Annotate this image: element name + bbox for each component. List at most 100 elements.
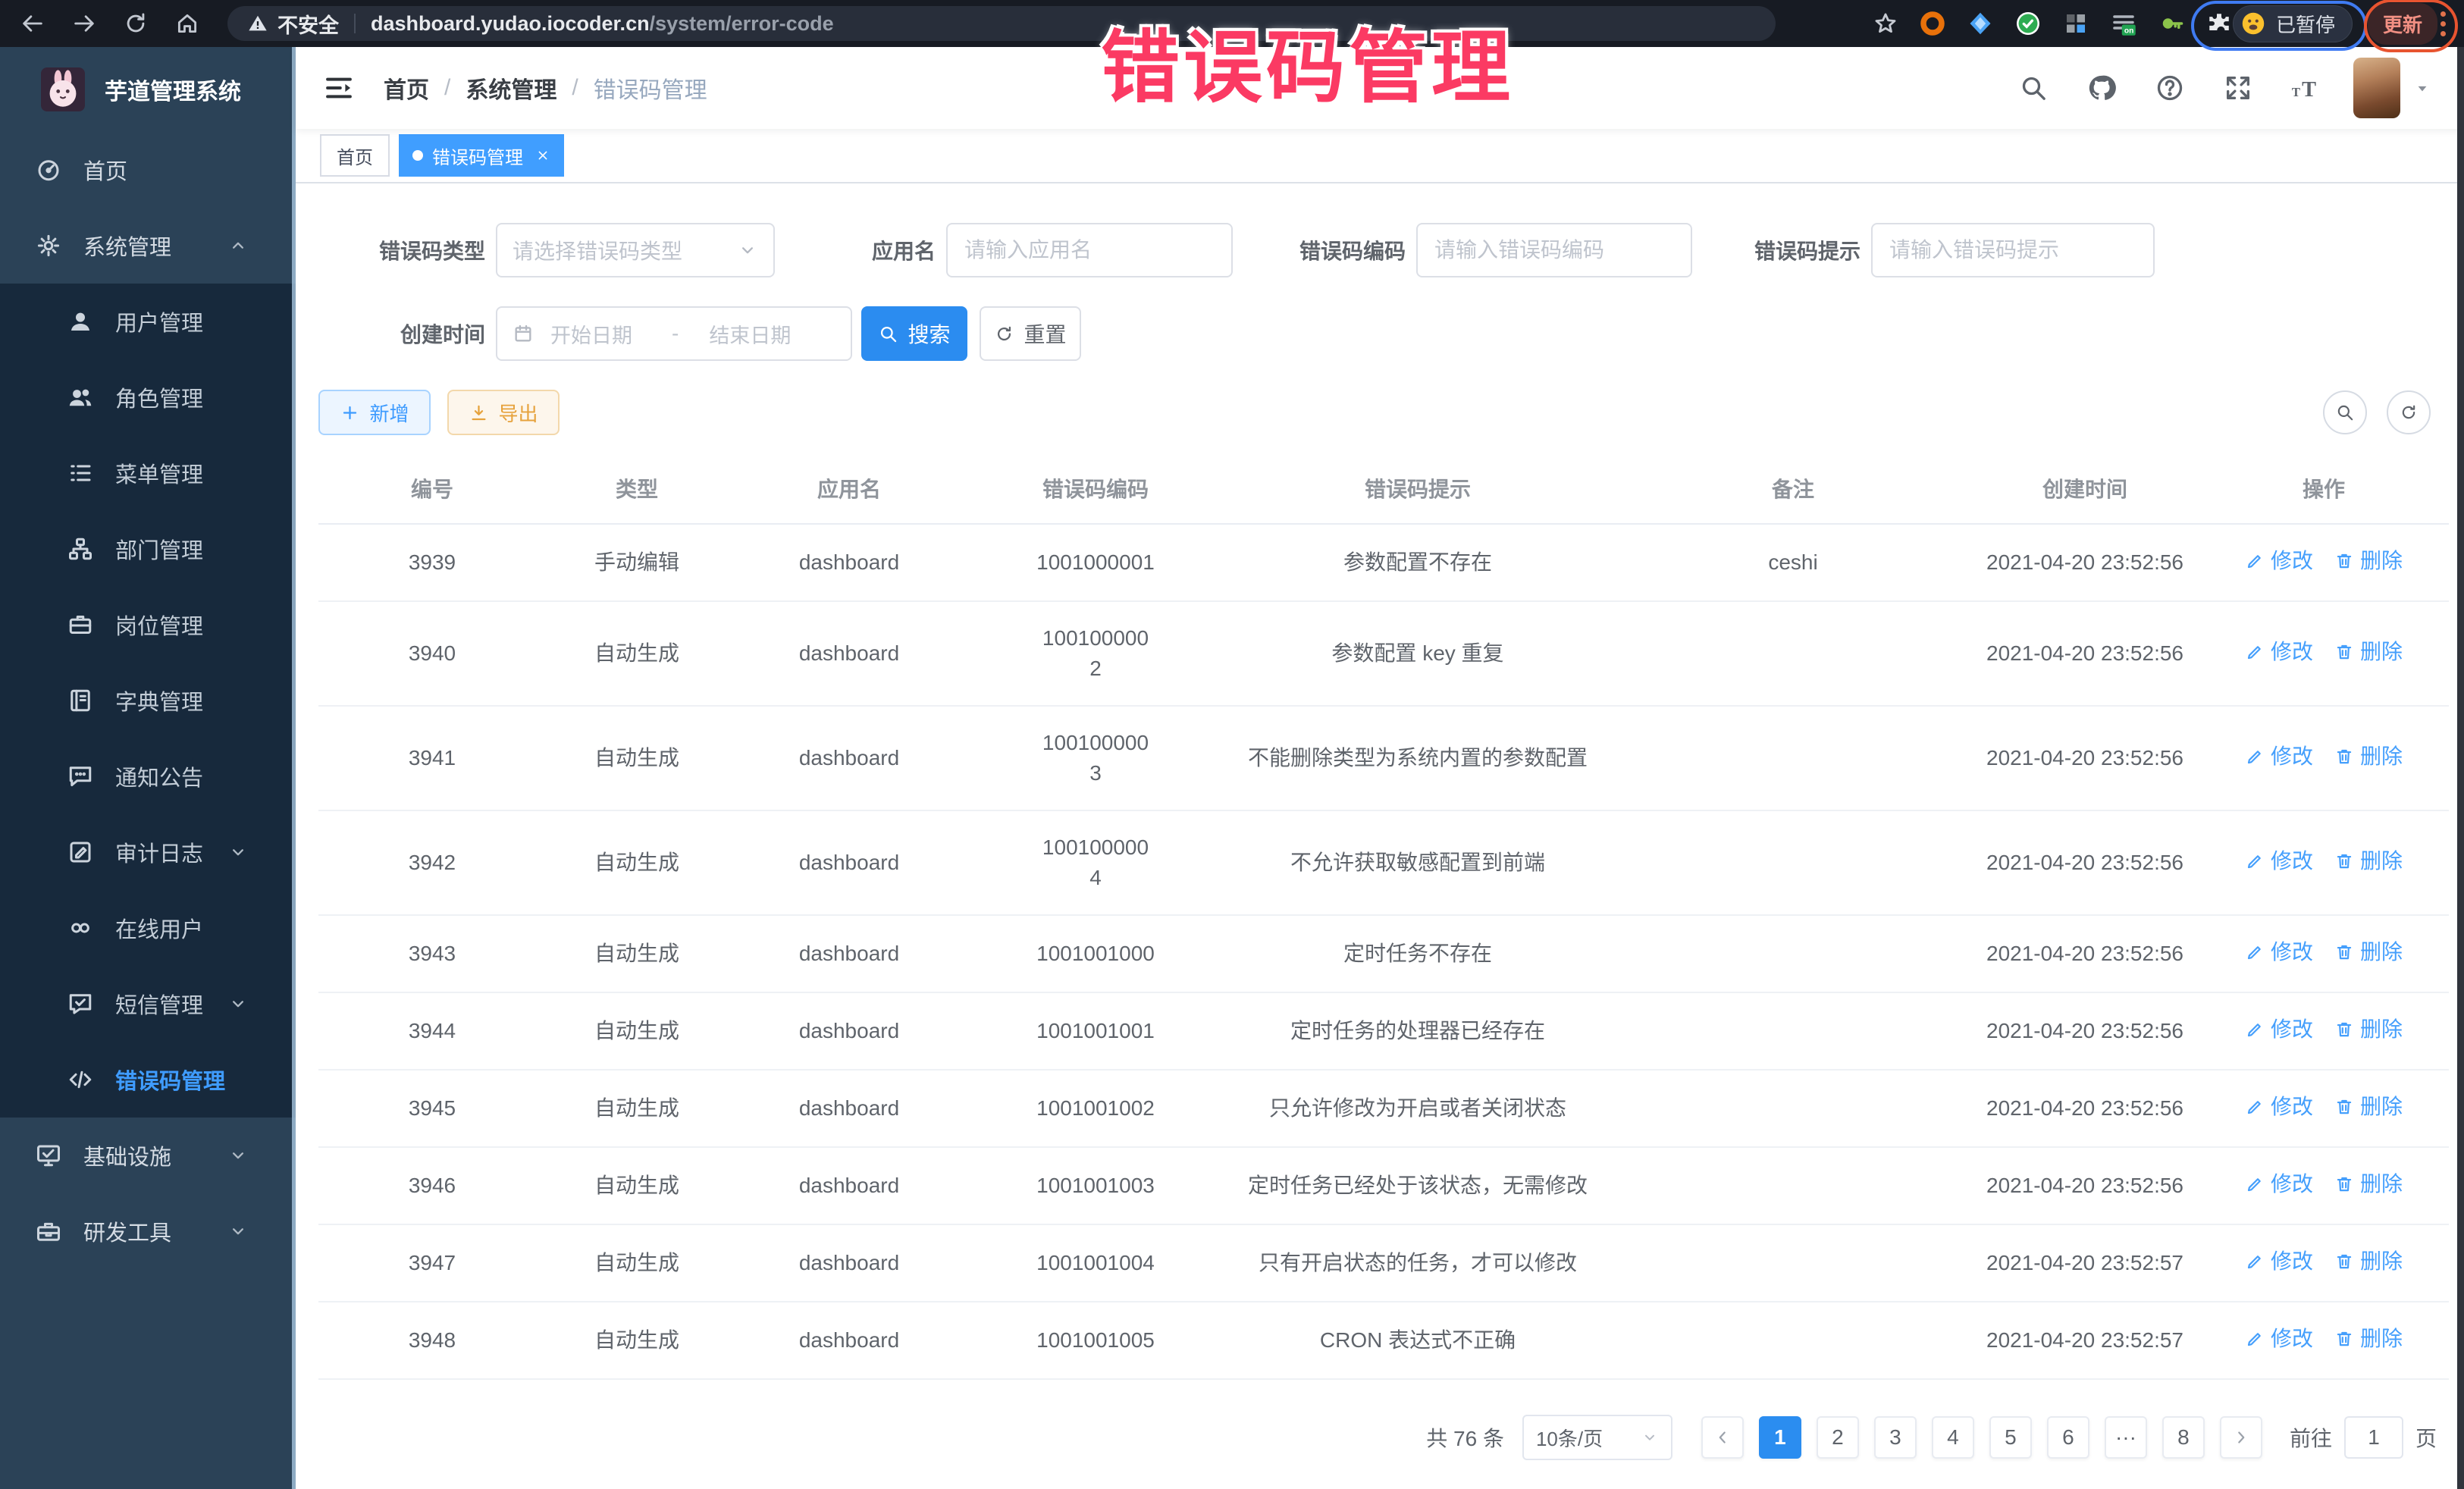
cell-code: 1001001005 (970, 1302, 1221, 1379)
cell-remark (1615, 915, 1971, 992)
edit-link[interactable]: 修改 (2245, 846, 2313, 876)
profile-paused-badge[interactable]: 已暂停 (2233, 5, 2353, 42)
sidebar-item-label: 通知公告 (115, 760, 203, 792)
fullscreen-icon[interactable] (2223, 73, 2253, 103)
tag-close-icon[interactable] (535, 148, 550, 163)
table-row: 3944自动生成dashboard1001001001定时任务的处理器已经存在2… (318, 992, 2449, 1070)
error-hint-input[interactable] (1871, 223, 2155, 277)
extensions-puzzle-icon[interactable] (2205, 10, 2233, 37)
sidebar-item-post-management[interactable]: 岗位管理 (0, 587, 296, 663)
address-bar[interactable]: 不安全 dashboard.yudao.iocoder.cn/system/er… (227, 6, 1776, 41)
delete-link[interactable]: 删除 (2334, 1246, 2403, 1277)
avatar-caret-down-icon[interactable] (2412, 78, 2432, 98)
sidebar-item-dict-management[interactable]: 字典管理 (0, 663, 296, 738)
page-button-6[interactable]: 6 (2047, 1416, 2089, 1459)
sidebar-item-dept-management[interactable]: 部门管理 (0, 511, 296, 587)
export-button[interactable]: 导出 (447, 390, 560, 435)
window-scrollbar[interactable] (2457, 47, 2464, 1489)
cell-id: 3939 (318, 524, 546, 601)
breadcrumb-item[interactable]: 首页 (384, 71, 429, 105)
page-ellipsis[interactable]: ··· (2105, 1416, 2147, 1459)
delete-link[interactable]: 删除 (2334, 1014, 2403, 1045)
tag-active[interactable]: 错误码管理 (399, 134, 564, 177)
browser-menu-icon[interactable] (2440, 11, 2446, 36)
search-icon[interactable] (2018, 73, 2049, 103)
next-page-button[interactable] (2220, 1416, 2262, 1459)
delete-link[interactable]: 删除 (2334, 637, 2403, 667)
sidebar-item-menu-management[interactable]: 菜单管理 (0, 435, 296, 511)
star-icon[interactable] (1873, 11, 1898, 36)
page-size-select[interactable]: 10条/页 (1522, 1415, 1672, 1460)
hamburger-icon[interactable] (323, 72, 355, 104)
edit-link[interactable]: 修改 (2245, 1324, 2313, 1354)
browser-update-button[interactable]: 更新 (2368, 3, 2437, 45)
app-name-input[interactable] (946, 223, 1233, 277)
reload-icon[interactable] (123, 11, 149, 36)
forward-arrow-icon[interactable] (71, 11, 97, 36)
ext-gem-icon[interactable] (1967, 10, 1994, 37)
sidebar-item-notice-announcement[interactable]: 通知公告 (0, 738, 296, 814)
edit-link[interactable]: 修改 (2245, 937, 2313, 967)
page-button-4[interactable]: 4 (1932, 1416, 1974, 1459)
delete-link[interactable]: 删除 (2334, 1092, 2403, 1122)
sidebar-item-sms-management[interactable]: 短信管理 (0, 966, 296, 1042)
sidebar-item-infrastructure[interactable]: 基础设施 (0, 1118, 296, 1193)
jump-page-input[interactable] (2344, 1416, 2403, 1459)
sidebar-item-user-management[interactable]: 用户管理 (0, 284, 296, 359)
ext-shield-check-icon[interactable] (2014, 10, 2042, 37)
sidebar-item-error-code-management[interactable]: 错误码管理 (0, 1042, 296, 1118)
sidebar-item-online-users[interactable]: 在线用户 (0, 890, 296, 966)
edit-link[interactable]: 修改 (2245, 1092, 2313, 1122)
tag-item[interactable]: 首页 (320, 134, 390, 177)
error-type-select[interactable]: 请选择错误码类型 (496, 223, 775, 277)
delete-link[interactable]: 删除 (2334, 937, 2403, 967)
ext-grid-icon[interactable] (2062, 10, 2089, 37)
sidebar-item-dev-tools[interactable]: 研发工具 (0, 1193, 296, 1269)
github-icon[interactable] (2086, 73, 2117, 103)
edit-link[interactable]: 修改 (2245, 1014, 2313, 1045)
cell-time: 2021-04-20 23:52:56 (1971, 601, 2199, 706)
ext-switch-on-icon[interactable]: on (2110, 10, 2137, 37)
add-button[interactable]: 新增 (318, 390, 431, 435)
cell-id: 3940 (318, 601, 546, 706)
reset-button[interactable]: 重置 (980, 306, 1081, 361)
edit-link[interactable]: 修改 (2245, 1246, 2313, 1277)
breadcrumb-item[interactable]: 系统管理 (466, 71, 556, 105)
help-icon[interactable] (2155, 73, 2185, 103)
font-size-icon[interactable]: TT (2291, 73, 2321, 103)
app-logo-row[interactable]: 芋道管理系统 (0, 47, 296, 132)
sidebar-item-audit-log[interactable]: 审计日志 (0, 814, 296, 890)
page-button-5[interactable]: 5 (1989, 1416, 2032, 1459)
delete-link[interactable]: 删除 (2334, 741, 2403, 772)
error-code-input[interactable] (1416, 223, 1692, 277)
delete-link[interactable]: 删除 (2334, 1169, 2403, 1199)
back-arrow-icon[interactable] (20, 11, 45, 36)
table-toolbar: 新增 导出 (318, 390, 2441, 435)
table-row: 3945自动生成dashboard1001001002只允许修改为开启或者关闭状… (318, 1070, 2449, 1147)
edit-link[interactable]: 修改 (2245, 637, 2313, 667)
sidebar-item-system-management[interactable]: 系统管理 (0, 208, 296, 284)
edit-link[interactable]: 修改 (2245, 741, 2313, 772)
toggle-search-button[interactable] (2323, 390, 2367, 434)
delete-link[interactable]: 删除 (2334, 846, 2403, 876)
page-button-3[interactable]: 3 (1874, 1416, 1917, 1459)
page: 不安全 dashboard.yudao.iocoder.cn/system/er… (0, 0, 2464, 1489)
prev-page-button[interactable] (1701, 1416, 1744, 1459)
avatar[interactable] (2353, 58, 2400, 118)
page-button-1[interactable]: 1 (1759, 1416, 1801, 1459)
sidebar-item-role-management[interactable]: 角色管理 (0, 359, 296, 435)
home-icon[interactable] (174, 11, 200, 36)
sidebar-item-label: 部门管理 (115, 533, 203, 565)
page-button-8[interactable]: 8 (2162, 1416, 2205, 1459)
edit-link[interactable]: 修改 (2245, 546, 2313, 576)
edit-link[interactable]: 修改 (2245, 1169, 2313, 1199)
delete-link[interactable]: 删除 (2334, 1324, 2403, 1354)
ext-key-icon[interactable] (2158, 10, 2185, 37)
page-button-2[interactable]: 2 (1817, 1416, 1859, 1459)
create-time-range-picker[interactable]: 开始日期 - 结束日期 (496, 306, 852, 361)
delete-link[interactable]: 删除 (2334, 546, 2403, 576)
sidebar-item-home[interactable]: 首页 (0, 132, 296, 208)
ext-ring-icon[interactable] (1919, 10, 1946, 37)
refresh-table-button[interactable] (2387, 390, 2431, 434)
search-button[interactable]: 搜索 (861, 306, 967, 361)
